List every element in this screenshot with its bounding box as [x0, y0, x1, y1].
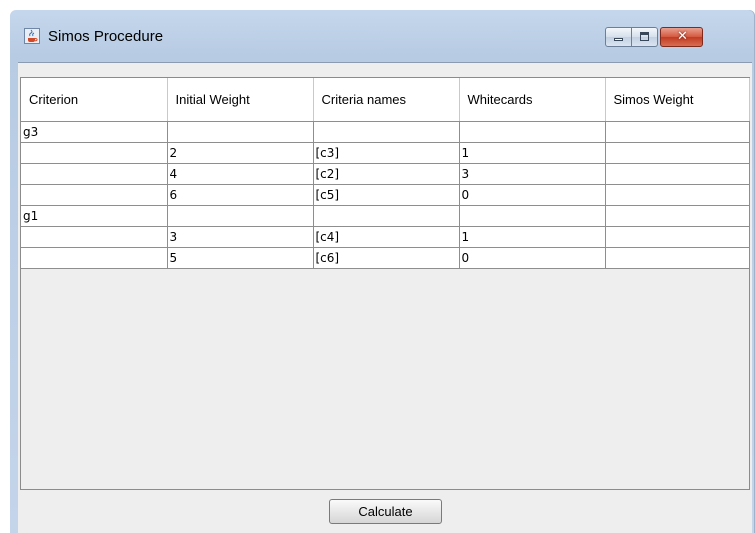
cell-whitecards[interactable]: 0: [459, 247, 606, 269]
cell-simos-weight[interactable]: [605, 142, 750, 164]
table-header-row: Criterion Initial Weight Criteria names …: [21, 78, 750, 122]
calculate-button[interactable]: Calculate: [329, 499, 442, 524]
cell-criteria-names[interactable]: [c6]: [313, 247, 460, 269]
cell-whitecards[interactable]: [459, 121, 606, 143]
cell-criteria-names[interactable]: [313, 121, 460, 143]
table-row[interactable]: 4 [c2] 3: [21, 163, 750, 185]
simos-table: Criterion Initial Weight Criteria names …: [21, 78, 750, 269]
table-row[interactable]: 2 [c3] 1: [21, 142, 750, 164]
table-row[interactable]: g1: [21, 205, 750, 227]
cell-initial-weight[interactable]: 5: [167, 247, 314, 269]
table-row[interactable]: 3 [c4] 1: [21, 226, 750, 248]
column-header-simos-weight[interactable]: Simos Weight: [605, 78, 750, 122]
cell-whitecards[interactable]: 1: [459, 226, 606, 248]
cell-initial-weight[interactable]: 4: [167, 163, 314, 185]
minimize-button[interactable]: [605, 27, 632, 47]
cell-criteria-names[interactable]: [313, 205, 460, 227]
cell-initial-weight[interactable]: 6: [167, 184, 314, 206]
close-icon: ✕: [677, 29, 688, 44]
maximize-icon: [640, 32, 649, 41]
cell-simos-weight[interactable]: [605, 226, 750, 248]
close-button[interactable]: ✕: [660, 27, 703, 47]
column-header-criteria-names[interactable]: Criteria names: [313, 78, 460, 122]
cell-initial-weight[interactable]: 3: [167, 226, 314, 248]
cell-criterion[interactable]: [21, 226, 168, 248]
column-header-whitecards[interactable]: Whitecards: [459, 78, 606, 122]
cell-initial-weight[interactable]: [167, 121, 314, 143]
cell-whitecards[interactable]: 1: [459, 142, 606, 164]
simos-procedure-window: Simos Procedure ✕ Criterion Initial Weig…: [10, 10, 755, 533]
title-bar[interactable]: Simos Procedure ✕: [10, 10, 755, 62]
cell-criteria-names[interactable]: [c5]: [313, 184, 460, 206]
cell-whitecards[interactable]: 0: [459, 184, 606, 206]
cell-simos-weight[interactable]: [605, 247, 750, 269]
cell-criteria-names[interactable]: [c4]: [313, 226, 460, 248]
cell-criterion[interactable]: g3: [21, 121, 168, 143]
table-row[interactable]: 5 [c6] 0: [21, 247, 750, 269]
cell-whitecards[interactable]: 3: [459, 163, 606, 185]
maximize-button[interactable]: [632, 27, 658, 47]
column-header-initial-weight[interactable]: Initial Weight: [167, 78, 314, 122]
window-title: Simos Procedure: [48, 28, 164, 45]
cell-simos-weight[interactable]: [605, 184, 750, 206]
cell-simos-weight[interactable]: [605, 163, 750, 185]
table-body: g3 2 [c3] 1 4 [c2] 3 6 [c5] 0 g1 3 [c4] 1 5 [c6] 0: [21, 121, 750, 269]
cell-criteria-names[interactable]: [c2]: [313, 163, 460, 185]
cell-criterion[interactable]: [21, 184, 168, 206]
content-pane: Criterion Initial Weight Criteria names …: [18, 62, 752, 533]
cell-criteria-names[interactable]: [c3]: [313, 142, 460, 164]
table-row[interactable]: g3: [21, 121, 750, 143]
column-header-criterion[interactable]: Criterion: [21, 78, 168, 122]
cell-criterion[interactable]: [21, 247, 168, 269]
cell-simos-weight[interactable]: [605, 121, 750, 143]
cell-whitecards[interactable]: [459, 205, 606, 227]
cell-initial-weight[interactable]: 2: [167, 142, 314, 164]
cell-initial-weight[interactable]: [167, 205, 314, 227]
cell-criterion[interactable]: [21, 163, 168, 185]
table-scroll-pane: Criterion Initial Weight Criteria names …: [20, 77, 750, 490]
button-bar: Calculate: [18, 490, 752, 533]
cell-simos-weight[interactable]: [605, 205, 750, 227]
cell-criterion[interactable]: [21, 142, 168, 164]
java-cup-icon: [24, 28, 40, 44]
cell-criterion[interactable]: g1: [21, 205, 168, 227]
table-row[interactable]: 6 [c5] 0: [21, 184, 750, 206]
minimize-icon: [614, 38, 623, 41]
